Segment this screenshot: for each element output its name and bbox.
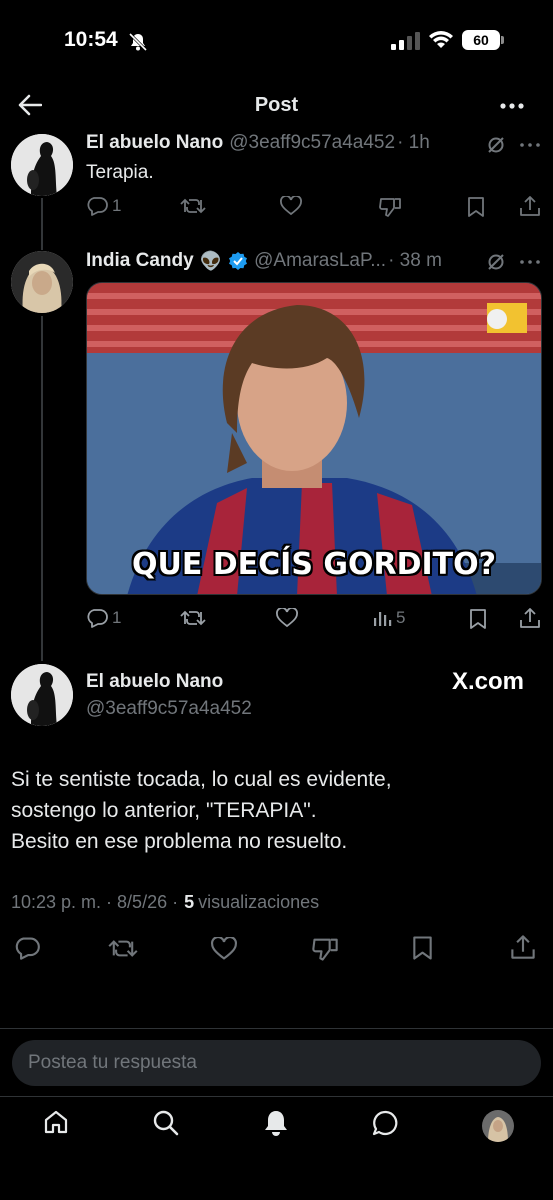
home-icon[interactable] <box>43 1109 69 1135</box>
bookmark-icon[interactable] <box>469 608 487 630</box>
reply-count: 1 <box>112 608 122 627</box>
grok-icon[interactable] <box>486 252 506 272</box>
retweet-icon[interactable] <box>180 196 206 216</box>
avatar[interactable] <box>11 134 73 196</box>
x-watermark: X.com <box>452 668 525 695</box>
like-icon[interactable] <box>280 196 302 216</box>
divider <box>0 1096 553 1097</box>
battery-nub <box>501 36 504 44</box>
notifications-icon[interactable] <box>263 1109 289 1137</box>
author-emoji: 👽 <box>199 250 223 271</box>
post-text-line: sostengo lo anterior, "TERAPIA". <box>11 799 317 822</box>
post-text-line: Si te sentiste tocada, lo cual es eviden… <box>11 768 392 791</box>
wifi-icon <box>428 29 454 49</box>
bookmark-icon[interactable] <box>467 196 485 218</box>
tweet-header: El abuelo Nano @3eaff9c57a4a452 · 1h <box>86 132 430 154</box>
messages-icon[interactable] <box>372 1109 400 1137</box>
profile-avatar[interactable] <box>482 1110 514 1142</box>
retweet-icon[interactable] <box>180 608 206 628</box>
views-button[interactable]: 5 <box>372 608 405 628</box>
divider <box>0 1028 553 1029</box>
verified-icon <box>228 251 248 271</box>
post-time: · 38 m <box>388 250 442 271</box>
views-count[interactable]: 5 <box>184 892 194 913</box>
post-timestamp: 10:23 p. m. · 8/5/26 · <box>11 892 179 912</box>
avatar[interactable] <box>11 664 73 726</box>
author-name[interactable]: El abuelo Nano <box>86 132 223 154</box>
media-caption: QUE DECÍS GORDITO? <box>131 547 497 582</box>
post-text: Terapia. <box>86 162 154 183</box>
status-time: 10:54 <box>64 28 118 51</box>
reply-icon <box>87 609 108 628</box>
author-name[interactable]: El abuelo Nano <box>86 671 223 693</box>
dislike-icon[interactable] <box>311 936 339 962</box>
search-icon[interactable] <box>152 1109 179 1136</box>
signal-icon <box>391 32 421 50</box>
reply-button[interactable]: 1 <box>86 196 121 216</box>
retweet-icon[interactable] <box>108 937 138 960</box>
post-meta: 10:23 p. m. · 8/5/26 · 5 visualizaciones <box>11 892 319 913</box>
author-name[interactable]: India Candy <box>86 250 194 272</box>
share-icon[interactable] <box>519 195 541 217</box>
share-icon[interactable] <box>510 934 536 960</box>
post-media-image[interactable]: QUE DECÍS GORDITO? <box>86 282 542 595</box>
tweet-header: India Candy 👽 @AmarasLaP... · 38 m <box>86 250 442 272</box>
bell-off-icon <box>128 32 148 52</box>
more-icon[interactable] <box>500 103 524 109</box>
main-post-text: Si te sentiste tocada, lo cual es eviden… <box>11 764 392 857</box>
author-handle[interactable]: @3eaff9c57a4a452 <box>86 698 252 720</box>
page-title: Post <box>254 94 299 116</box>
post-time: · 1h <box>397 132 430 153</box>
grok-icon[interactable] <box>486 135 506 155</box>
views-count: 5 <box>396 608 406 627</box>
share-icon[interactable] <box>519 607 541 629</box>
views-label[interactable]: visualizaciones <box>198 892 319 913</box>
more-icon[interactable] <box>520 260 540 264</box>
dislike-icon[interactable] <box>378 196 402 218</box>
post-text-line: Besito en ese problema no resuelto. <box>11 830 348 853</box>
thread-line <box>41 316 43 661</box>
battery-indicator: 60 <box>462 30 500 50</box>
reply-icon[interactable] <box>14 936 40 960</box>
reply-button[interactable]: 1 <box>86 608 121 628</box>
avatar[interactable] <box>11 251 73 313</box>
more-icon[interactable] <box>520 143 540 147</box>
like-icon[interactable] <box>211 937 237 961</box>
author-handle[interactable]: @AmarasLaP... <box>254 250 386 272</box>
author-handle[interactable]: @3eaff9c57a4a452 <box>229 132 395 154</box>
views-icon <box>374 612 392 626</box>
like-icon[interactable] <box>276 608 298 628</box>
reply-input[interactable]: Postea tu respuesta <box>12 1040 541 1086</box>
thread-line <box>41 198 43 250</box>
reply-icon <box>87 197 108 216</box>
bookmark-icon[interactable] <box>412 935 433 961</box>
reply-count: 1 <box>112 196 122 215</box>
